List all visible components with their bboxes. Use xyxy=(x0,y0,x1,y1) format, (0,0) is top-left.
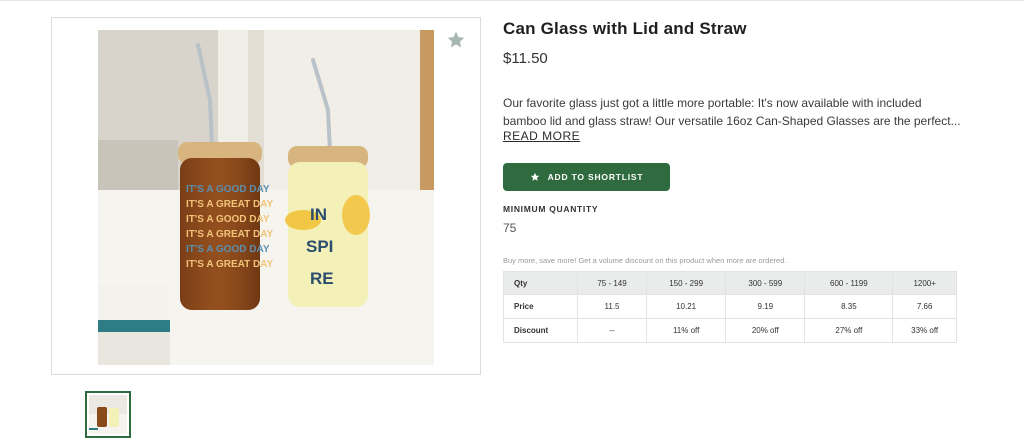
glass-text-line: IT'S A GOOD DAY xyxy=(186,214,270,225)
table-cell: -- xyxy=(576,318,648,343)
table-header-row: Qty 75 - 149 150 - 299 300 - 599 600 - 1… xyxy=(503,271,957,295)
table-header-cell: 300 - 599 xyxy=(725,271,806,295)
glass-text-line: IT'S A GREAT DAY xyxy=(186,259,274,270)
table-cell: 11.5 xyxy=(576,294,648,319)
glass-text-line: IT'S A GREAT DAY xyxy=(186,199,274,210)
glass-text-line: IT'S A GOOD DAY xyxy=(186,244,270,255)
table-row: Discount -- 11% off 20% off 27% off 33% … xyxy=(503,318,957,343)
table-cell: Discount xyxy=(503,318,578,343)
add-to-shortlist-label: ADD TO SHORTLIST xyxy=(547,172,644,182)
glass-text-line: RE xyxy=(310,269,334,288)
table-cell: Price xyxy=(503,294,578,319)
glass-text-line: IN xyxy=(310,205,327,224)
table-cell: 8.35 xyxy=(804,294,894,319)
table-cell: 7.66 xyxy=(892,294,957,319)
table-header-cell: Qty xyxy=(503,271,578,295)
glass-text-line: IT'S A GREAT DAY xyxy=(186,229,274,240)
glass-text-line: IT'S A GOOD DAY xyxy=(186,184,270,195)
product-photo: IT'S A GOOD DAY IT'S A GREAT DAY IT'S A … xyxy=(98,30,434,365)
star-icon xyxy=(530,172,539,181)
table-header-cell: 1200+ xyxy=(892,271,957,295)
top-divider xyxy=(0,0,1024,1)
volume-discount-note: Buy more, save more! Get a volume discou… xyxy=(503,256,787,265)
table-header-cell: 600 - 1199 xyxy=(804,271,894,295)
table-header-cell: 150 - 299 xyxy=(646,271,727,295)
product-title: Can Glass with Lid and Straw xyxy=(503,19,747,38)
product-thumbnail[interactable] xyxy=(85,391,131,438)
product-description: Our favorite glass just got a little mor… xyxy=(503,96,961,128)
table-header-cell: 75 - 149 xyxy=(576,271,648,295)
minimum-quantity-label: MINIMUM QUANTITY xyxy=(503,204,599,214)
table-cell: 11% off xyxy=(646,318,727,343)
table-cell: 33% off xyxy=(892,318,957,343)
minimum-quantity-value: 75 xyxy=(503,221,517,235)
product-image-frame: IT'S A GOOD DAY IT'S A GREAT DAY IT'S A … xyxy=(51,17,481,375)
add-to-shortlist-button[interactable]: ADD TO SHORTLIST xyxy=(503,163,670,191)
product-price: $11.50 xyxy=(503,50,548,67)
table-cell: 9.19 xyxy=(725,294,806,319)
thumbnail-image xyxy=(89,395,127,434)
table-cell: 10.21 xyxy=(646,294,727,319)
table-cell: 27% off xyxy=(804,318,894,343)
read-more-link[interactable]: READ MORE xyxy=(503,129,580,143)
volume-pricing-table: Qty 75 - 149 150 - 299 300 - 599 600 - 1… xyxy=(503,271,957,343)
table-row: Price 11.5 10.21 9.19 8.35 7.66 xyxy=(503,294,957,319)
favorite-star-icon[interactable] xyxy=(446,30,466,50)
table-cell: 20% off xyxy=(725,318,806,343)
glass-text-line: SPI xyxy=(306,237,333,256)
